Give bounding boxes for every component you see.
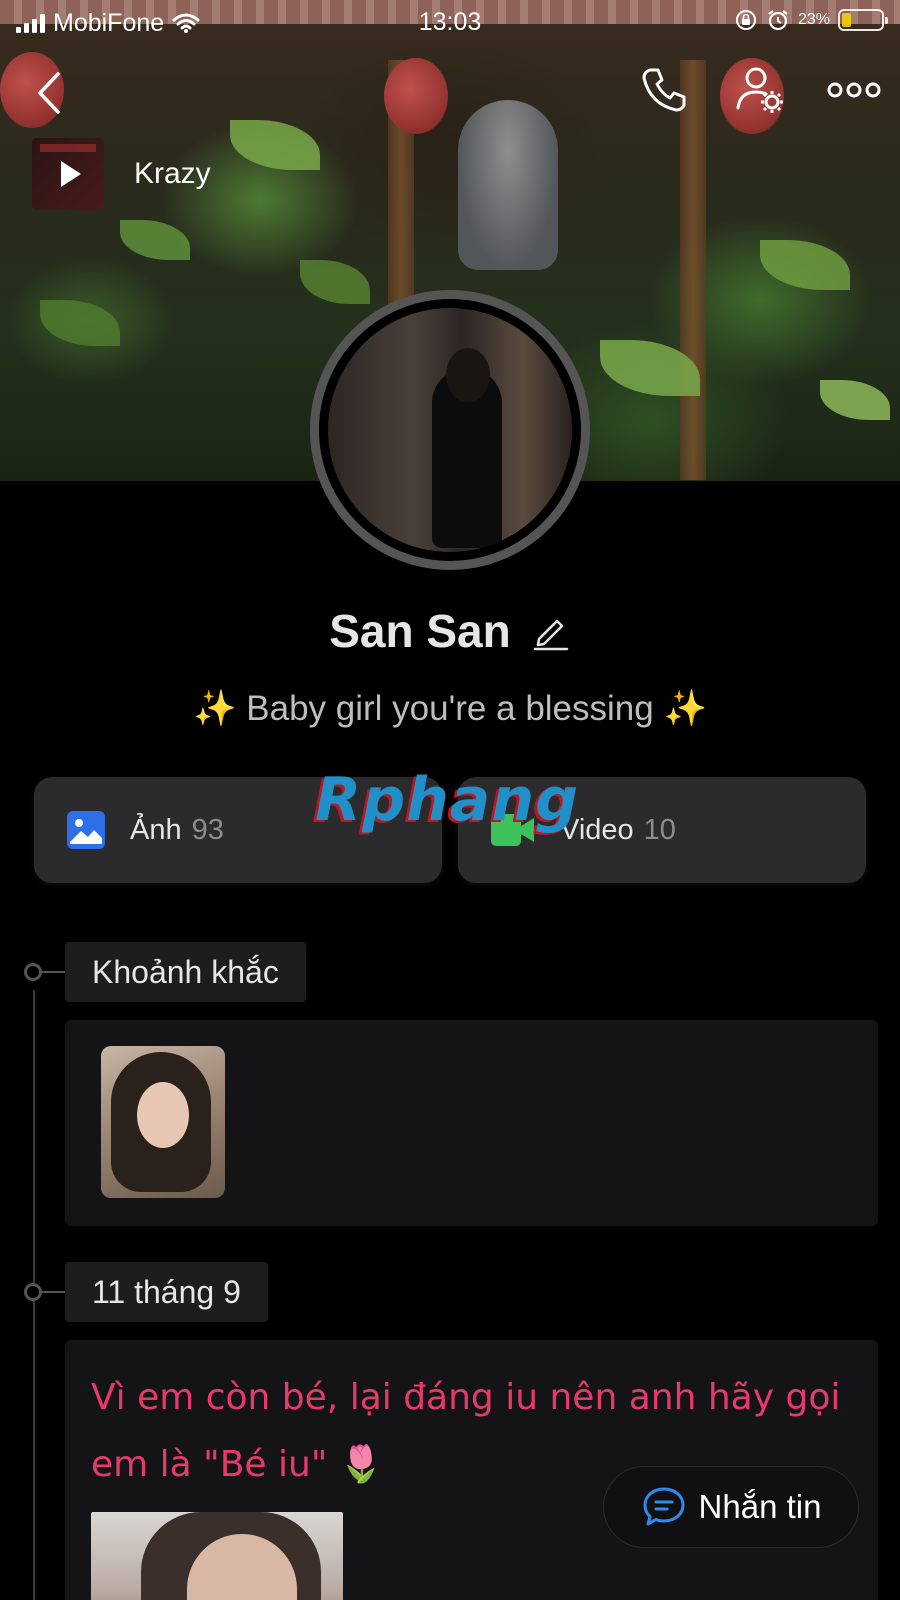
- avatar-photo[interactable]: [328, 308, 572, 552]
- cover-leaf: [230, 120, 320, 170]
- profile-name: San San: [329, 605, 511, 657]
- avatar[interactable]: [310, 290, 590, 570]
- profile-name-row: San San: [0, 604, 900, 658]
- watermark-logo: Rphang: [315, 765, 580, 835]
- videos-count: 10: [643, 813, 676, 846]
- user-gear-icon[interactable]: [732, 62, 788, 118]
- profile-music[interactable]: Krazy: [32, 138, 211, 210]
- sparkle-icon: ✨: [192, 689, 237, 728]
- alarm-icon: [768, 10, 788, 31]
- cover-lantern: [384, 58, 448, 134]
- moments-card: [65, 1020, 878, 1226]
- play-icon[interactable]: [60, 161, 81, 187]
- chevron-left-icon[interactable]: [30, 68, 70, 118]
- cover-statue: [458, 100, 558, 270]
- rotation-lock-icon: [735, 10, 756, 30]
- post-photo[interactable]: [91, 1512, 343, 1600]
- cover-leaf: [40, 300, 120, 346]
- photos-count: 93: [191, 813, 224, 846]
- timeline-tick: [42, 1291, 66, 1293]
- cover-pillar: [680, 60, 706, 480]
- phone-icon[interactable]: [636, 62, 692, 118]
- message-label: Nhắn tin: [698, 1488, 822, 1525]
- cover-leaf: [120, 220, 190, 260]
- music-title: Krazy: [134, 157, 211, 190]
- chat-bubble-icon: [643, 1487, 685, 1526]
- timeline-dot: [24, 963, 42, 981]
- image-icon: [67, 811, 105, 849]
- bio-text: Baby girl you're a blessing: [236, 689, 664, 728]
- status-right: 23%: [734, 8, 888, 32]
- cover-leaf: [760, 240, 850, 290]
- profile-bio: ✨ Baby girl you're a blessing ✨: [0, 688, 900, 729]
- battery-icon: [838, 9, 888, 31]
- timeline-dot: [24, 1283, 42, 1301]
- more-dots-icon[interactable]: [826, 64, 882, 120]
- message-button[interactable]: Nhắn tin: [603, 1466, 859, 1548]
- moments-label: Khoảnh khắc: [65, 942, 306, 1002]
- cover-leaf: [300, 260, 370, 304]
- sparkle-icon: ✨: [663, 689, 708, 728]
- date-label: 11 tháng 9: [65, 1262, 268, 1322]
- pencil-icon[interactable]: [531, 611, 571, 651]
- timeline-tick: [42, 971, 66, 973]
- battery-level-fill: [842, 13, 851, 27]
- cover-leaf: [820, 380, 890, 420]
- battery-percent: 23%: [797, 11, 830, 28]
- photos-label: Ảnh: [130, 813, 182, 846]
- moment-thumbnail[interactable]: [101, 1046, 225, 1198]
- music-cover[interactable]: [32, 138, 104, 210]
